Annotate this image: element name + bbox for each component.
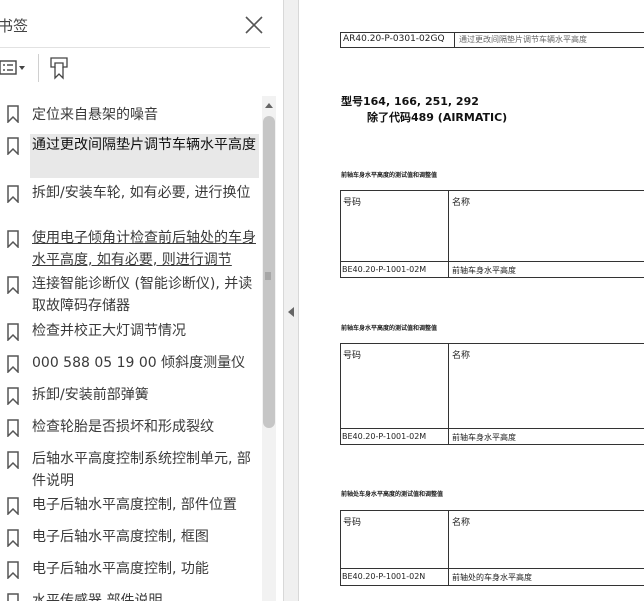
bookmark-icon	[7, 593, 19, 601]
panel-title: 书签	[0, 17, 29, 35]
table-row-line	[340, 428, 644, 429]
section-heading: 前轴处车身水平高度的测试值和调整值	[341, 491, 444, 498]
document-page: AR40.20-P-0301-02GQ 通过更改间隔垫片调节车辆水平高度 型号1…	[299, 0, 644, 601]
table-divider	[448, 510, 449, 586]
document-code: AR40.20-P-0301-02GQ	[343, 34, 445, 44]
column-header-name: 名称	[452, 351, 471, 361]
section-heading: 前轴车身水平高度的测试值和调整值	[341, 325, 438, 332]
model-line: 型号164, 166, 251, 292	[341, 95, 479, 108]
panel-collapse-strip[interactable]	[284, 0, 299, 601]
bookmark-item[interactable]: 后轴水平高度控制系统控制单元, 部件说明	[0, 448, 262, 492]
table-cell-code[interactable]: BE40.20-P-1001-02M	[342, 432, 426, 441]
table-divider	[448, 190, 449, 278]
header-divider-line	[454, 32, 455, 48]
bookmark-icon	[7, 137, 19, 155]
table-cell-name: 前轴车身水平高度	[452, 433, 516, 442]
column-header-name: 名称	[452, 198, 471, 208]
bookmarks-panel: 书签 定位来自悬架的噪音 通过更改间隔垫片调节车辆水平高度 拆卸/安装车轮, 如…	[0, 0, 283, 601]
bookmark-item[interactable]: 水平传感器 部件说明	[0, 590, 262, 601]
bookmark-icon	[7, 276, 19, 294]
bookmark-item[interactable]: 拆卸/安装车轮, 如有必要, 进行换位	[0, 182, 262, 226]
bookmark-icon	[7, 561, 19, 579]
table-divider	[448, 343, 449, 445]
value-table	[340, 343, 644, 445]
bookmark-icon	[7, 451, 19, 469]
table-cell-code[interactable]: BE40.20-P-1001-02N	[342, 572, 425, 581]
bookmark-item[interactable]: 电子后轴水平高度控制, 功能	[0, 558, 262, 584]
bookmark-icon	[7, 185, 19, 203]
list-options-icon[interactable]	[0, 58, 28, 78]
table-cell-code[interactable]: BE40.20-P-1001-02M	[342, 265, 426, 274]
column-header-number: 号码	[343, 518, 362, 528]
bookmark-item[interactable]: 检查并校正大灯调节情况	[0, 320, 262, 346]
header-divider	[0, 47, 270, 48]
resize-grip-icon[interactable]	[264, 266, 272, 280]
bookmark-item[interactable]: 电子后轴水平高度控制, 部件位置	[0, 494, 262, 520]
bookmark-item[interactable]: 000 588 05 19 00 倾斜度测量仪	[0, 352, 262, 378]
bookmark-item[interactable]: 电子后轴水平高度控制, 框图	[0, 526, 262, 552]
bookmark-icon	[7, 419, 19, 437]
toolbar-divider	[38, 54, 39, 82]
column-header-number: 号码	[343, 351, 362, 361]
bookmark-item[interactable]: 拆卸/安装前部弹簧	[0, 384, 262, 410]
column-header-name: 名称	[452, 518, 471, 528]
section-heading: 前轴车身水平高度的测试值和调整值	[341, 172, 438, 179]
table-cell-name: 前轴处的车身水平高度	[452, 573, 532, 582]
bookmark-tag-icon[interactable]	[46, 55, 72, 81]
scroll-up-icon[interactable]	[262, 98, 276, 112]
bookmark-item[interactable]: 使用电子倾角计检查前后轴处的车身水平高度, 如有必要, 则进行调节	[0, 227, 262, 271]
bookmark-icon	[7, 497, 19, 515]
bookmark-icon	[7, 323, 19, 341]
model-exception: 除了代码489 (AIRMATIC)	[367, 111, 508, 124]
table-row-line	[340, 568, 644, 569]
document-title: 通过更改间隔垫片调节车辆水平高度	[459, 35, 587, 44]
table-cell-name: 前轴车身水平高度	[452, 266, 516, 275]
bookmark-icon	[7, 355, 19, 373]
bookmark-item[interactable]: 检查轮胎是否损坏和形成裂纹	[0, 416, 262, 442]
bookmark-icon	[7, 105, 19, 123]
bookmark-item-selected[interactable]: 通过更改间隔垫片调节车辆水平高度	[30, 134, 259, 178]
close-icon[interactable]	[244, 15, 264, 35]
table-row-line	[340, 261, 644, 262]
column-header-number: 号码	[343, 198, 362, 208]
bookmark-item[interactable]: 连接智能诊断仪 (智能诊断仪), 并读取故障码存储器	[0, 273, 262, 317]
collapse-left-icon[interactable]	[286, 304, 296, 318]
bookmark-icon	[7, 387, 19, 405]
bookmark-list: 定位来自悬架的噪音 通过更改间隔垫片调节车辆水平高度 拆卸/安装车轮, 如有必要…	[0, 96, 262, 601]
bookmark-icon	[7, 230, 19, 248]
bookmark-item[interactable]: 定位来自悬架的噪音	[0, 102, 262, 128]
bookmark-icon	[7, 529, 19, 547]
